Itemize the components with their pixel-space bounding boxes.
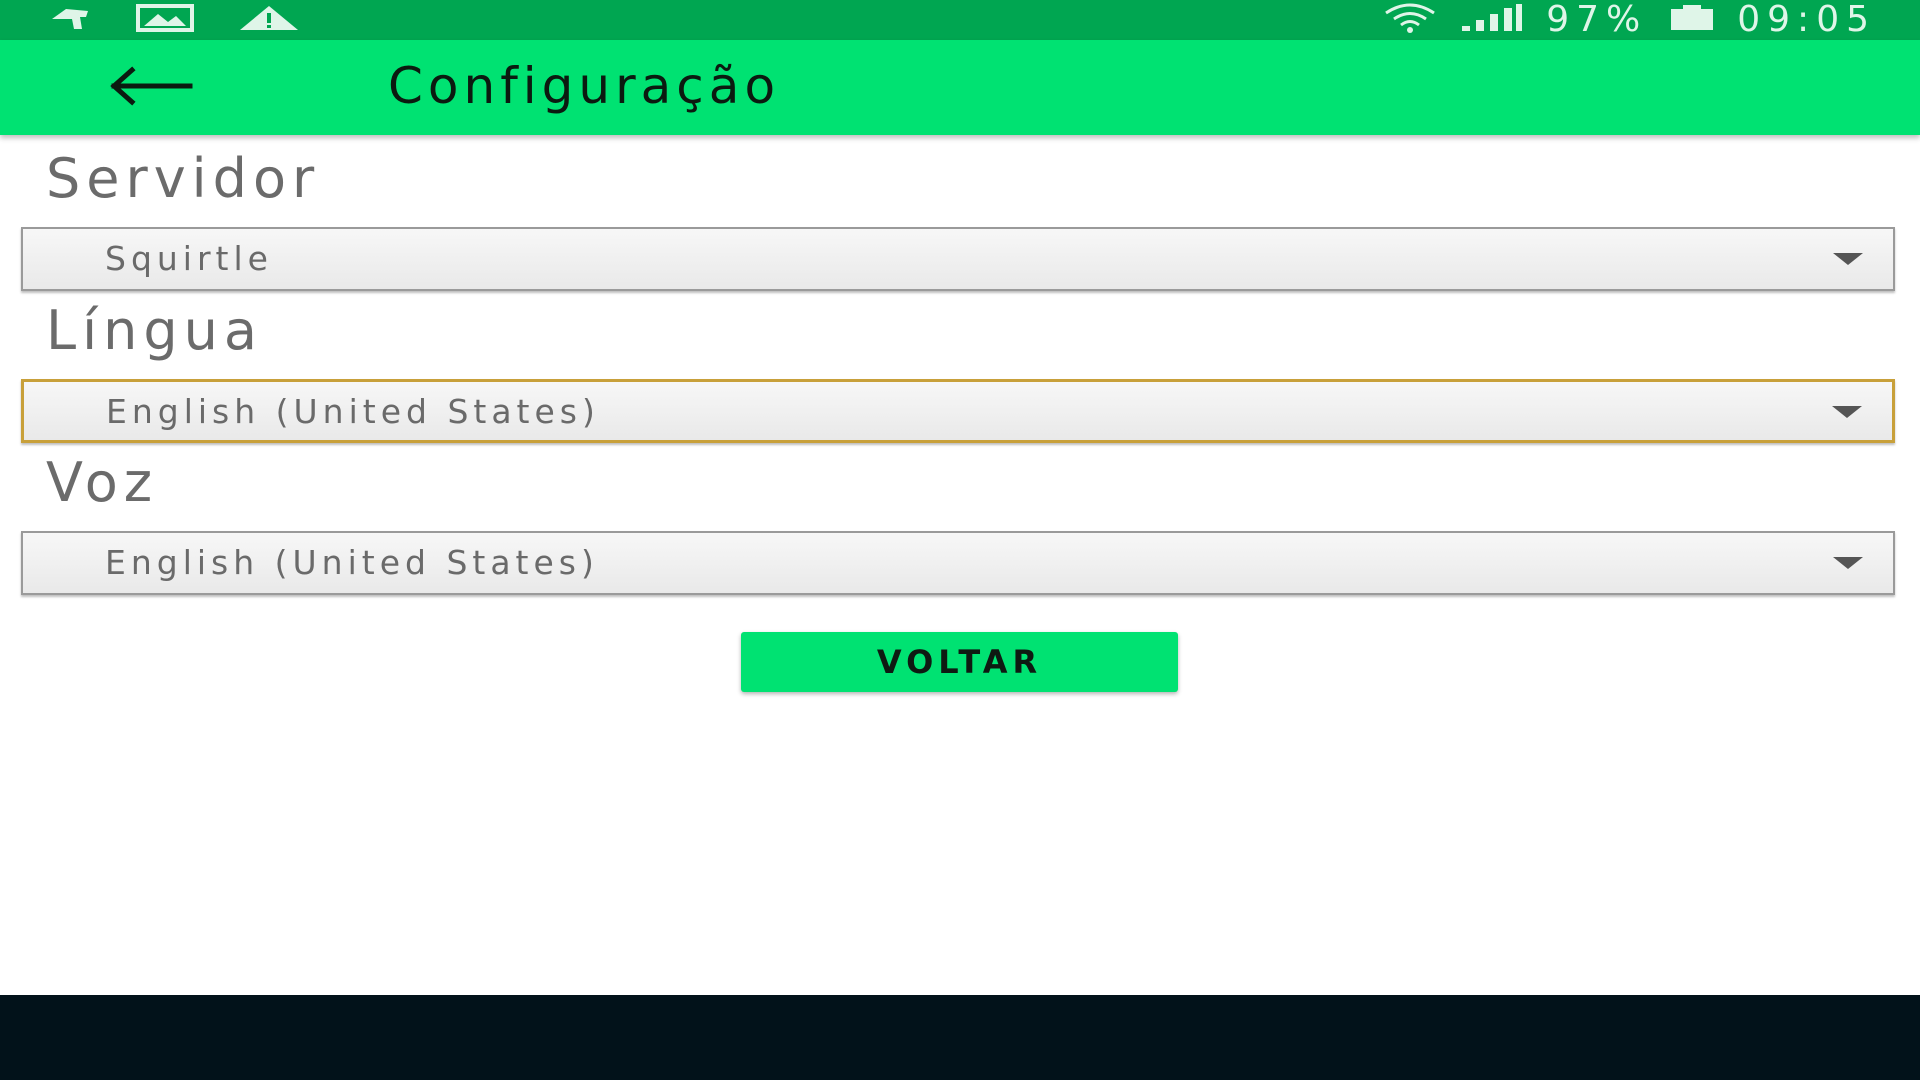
voltar-button[interactable]: VOLTAR — [741, 632, 1178, 692]
dropdown-arrow-icon — [1833, 557, 1863, 569]
arrow-left-icon — [106, 66, 194, 110]
navigation-bar — [0, 995, 1920, 1080]
battery-icon — [1669, 5, 1715, 35]
notification-flag-icon — [50, 5, 92, 35]
page-title: Configuração — [388, 57, 781, 115]
server-selected-value: Squirtle — [105, 239, 273, 278]
back-button[interactable] — [100, 60, 200, 116]
voice-label: Voz — [46, 451, 159, 514]
warning-icon — [238, 4, 300, 36]
language-label: Língua — [46, 299, 263, 362]
dropdown-arrow-icon — [1832, 406, 1862, 418]
status-bar: 97% 09:05 — [0, 0, 1920, 40]
server-select[interactable]: Squirtle — [21, 227, 1895, 291]
app-bar: Configuração — [0, 40, 1920, 135]
status-left-icons — [50, 4, 300, 36]
dropdown-arrow-icon — [1833, 253, 1863, 265]
language-select[interactable]: English (United States) — [21, 379, 1895, 443]
voice-selected-value: English (United States) — [105, 543, 599, 582]
language-selected-value: English (United States) — [106, 392, 600, 431]
settings-screen: 97% 09:05 Configuração Servidor Squirtle — [0, 0, 1920, 1080]
cell-signal-icon — [1460, 4, 1524, 36]
status-right-group: 97% 09:05 — [1382, 0, 1876, 40]
server-label: Servidor — [46, 147, 321, 210]
status-time: 09:05 — [1737, 0, 1876, 40]
battery-percentage: 97% — [1546, 0, 1648, 40]
image-icon — [136, 4, 194, 36]
wifi-icon — [1382, 3, 1438, 37]
voice-select[interactable]: English (United States) — [21, 531, 1895, 595]
